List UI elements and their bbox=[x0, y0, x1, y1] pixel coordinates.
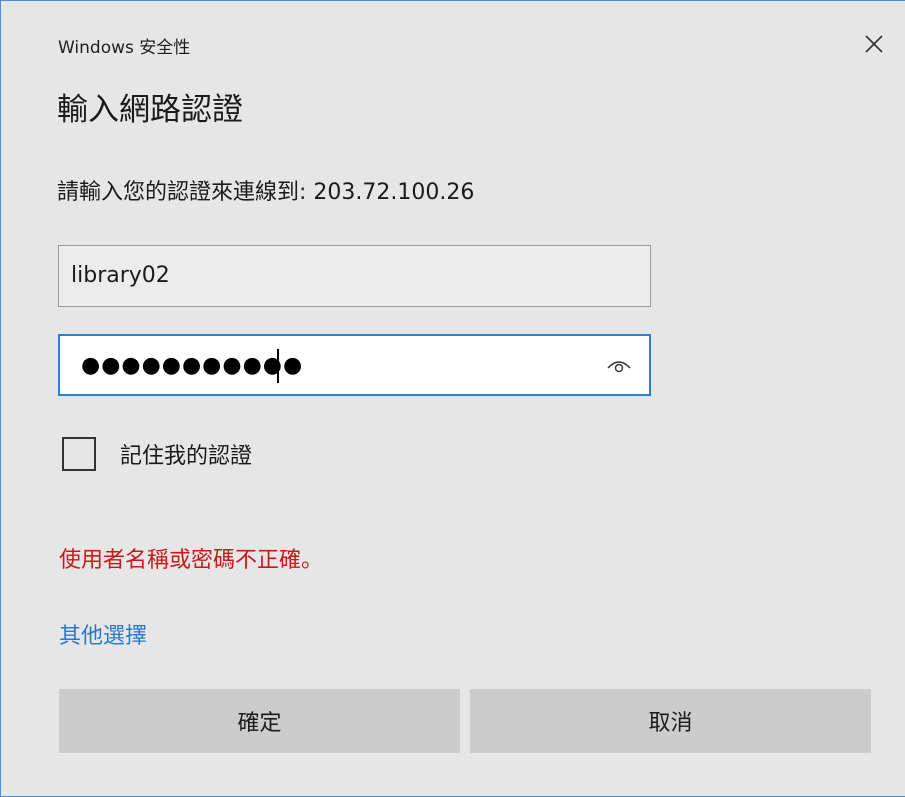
remember-checkbox[interactable] bbox=[62, 437, 96, 471]
cancel-button[interactable]: 取消 bbox=[470, 689, 871, 753]
text-caret bbox=[277, 349, 279, 383]
more-choices-link[interactable]: 其他選擇 bbox=[59, 618, 147, 650]
dialog-title: 輸入網路認證 bbox=[57, 92, 243, 128]
ok-button[interactable]: 確定 bbox=[59, 689, 460, 753]
close-button[interactable] bbox=[857, 27, 891, 61]
password-mask: ●●●●●●●●●●● bbox=[81, 353, 304, 378]
username-field[interactable]: library02 bbox=[58, 245, 651, 307]
reveal-password-button[interactable] bbox=[604, 353, 634, 377]
remember-label: 記住我的認證 bbox=[120, 444, 253, 469]
credential-dialog: Windows 安全性 輸入網路認證 請輸入您的認證來連線到: 203.72.1… bbox=[0, 0, 905, 797]
connection-prompt: 請輸入您的認證來連線到: 203.72.100.26 bbox=[57, 180, 475, 205]
remember-credentials[interactable]: 記住我的認證 bbox=[62, 437, 252, 471]
error-message: 使用者名稱或密碼不正確。 bbox=[59, 548, 324, 573]
window-caption: Windows 安全性 bbox=[58, 38, 191, 58]
eye-icon bbox=[607, 361, 631, 373]
close-icon bbox=[865, 35, 883, 53]
password-field[interactable]: ●●●●●●●●●●● bbox=[58, 334, 651, 396]
